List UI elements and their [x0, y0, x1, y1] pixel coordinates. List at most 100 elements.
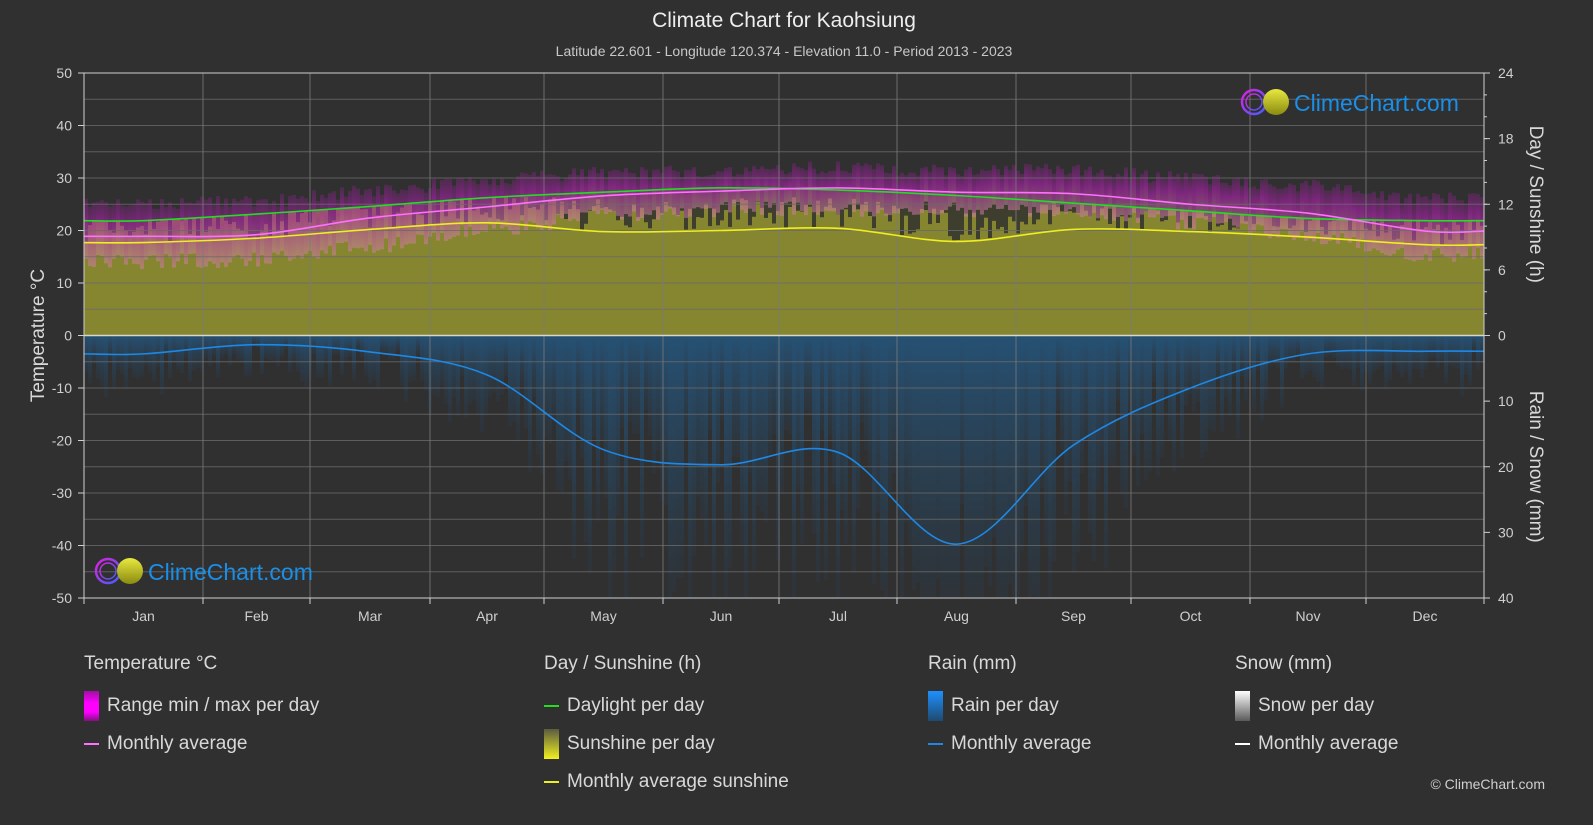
- temp-range-bar: [392, 190, 396, 246]
- sunshine-bar: [912, 232, 916, 336]
- temp-range-bar: [236, 201, 240, 255]
- temp-range-bar: [1108, 175, 1112, 209]
- sunshine-bar: [740, 198, 744, 336]
- month-label: Mar: [358, 608, 382, 624]
- sunshine-bar: [1200, 211, 1204, 336]
- rain-bar: [1412, 335, 1416, 369]
- rain-bar: [504, 335, 508, 377]
- sunshine-bar: [1304, 231, 1308, 336]
- temp-range-bar: [940, 167, 944, 214]
- temp-range-bar: [632, 173, 636, 212]
- temp-range-bar: [1204, 176, 1208, 220]
- temp-range-bar: [1136, 178, 1140, 223]
- sunshine-swatch-icon: [544, 729, 559, 759]
- temp-range-bar: [880, 165, 884, 210]
- sunshine-bar: [832, 207, 836, 336]
- temp-range-bar: [1104, 175, 1108, 220]
- month-label: Feb: [244, 608, 268, 624]
- temp-range-bar: [1408, 193, 1412, 260]
- temp-range-bar: [260, 199, 264, 256]
- sunshine-bar: [816, 200, 820, 336]
- temp-range-bar: [212, 204, 216, 264]
- rain-bar: [248, 335, 252, 376]
- sunshine-bar: [932, 208, 936, 336]
- rain-bar: [988, 335, 992, 587]
- rain-bar: [1396, 335, 1400, 372]
- rain-bar: [852, 335, 856, 573]
- sunshine-bar: [520, 215, 524, 336]
- legend-item-sunshine-avg: Monthly average sunshine: [544, 763, 789, 801]
- climate-chart: 50 40 30 20 10 0 -10 -20 -30 -40 -50 24 18 12 6 0 10 20 30…: [28, 65, 1546, 624]
- temp-range-bar: [532, 171, 536, 223]
- rain-bar: [1476, 335, 1480, 371]
- temp-range-bar: [252, 206, 256, 253]
- right-rain-tick-label: 40: [1498, 590, 1514, 606]
- rain-bar: [360, 335, 364, 358]
- sunshine-bar: [1252, 223, 1256, 336]
- sunshine-bar: [592, 206, 596, 336]
- rain-bar: [652, 335, 656, 474]
- sunshine-bar: [884, 213, 888, 336]
- rain-bar: [1324, 335, 1328, 358]
- rain-bar: [680, 335, 684, 578]
- rain-bar: [1180, 335, 1184, 459]
- sunshine-bar: [856, 209, 860, 336]
- temp-range-bar: [1208, 184, 1212, 222]
- sunshine-bar: [1048, 224, 1052, 336]
- right-rain-tick-label: 20: [1498, 459, 1514, 475]
- temp-range-bar: [344, 196, 348, 242]
- rain-bar: [396, 335, 400, 352]
- sunshine-bar: [804, 204, 808, 336]
- rain-bar: [548, 335, 552, 444]
- rain-bar: [1020, 335, 1024, 551]
- rain-bar: [936, 335, 940, 580]
- legend-rain-title: Rain (mm): [928, 653, 1017, 674]
- rain-bar: [872, 335, 876, 585]
- rain-bar: [480, 335, 484, 433]
- rain-bar: [572, 335, 576, 559]
- sunshine-bar: [568, 208, 572, 336]
- rain-bar: [732, 335, 736, 457]
- rain-bar: [1040, 335, 1044, 488]
- temp-range-bar: [1308, 185, 1312, 240]
- rain-bar: [1480, 335, 1484, 361]
- daylight-line-icon: [544, 705, 559, 707]
- legend-item-daylight: Daylight per day: [544, 687, 789, 725]
- rain-bar: [1152, 335, 1156, 383]
- temp-range-bar: [300, 196, 304, 259]
- rain-bar: [1116, 335, 1120, 401]
- rain-bar: [280, 335, 284, 357]
- sunshine-bar: [704, 203, 708, 336]
- temp-range-bar: [688, 169, 692, 217]
- temp-range-bar: [640, 166, 644, 219]
- temp-range-bar: [320, 194, 324, 251]
- temp-range-bar: [168, 202, 172, 258]
- temp-range-bar: [416, 187, 420, 235]
- sunshine-bar: [848, 217, 852, 336]
- sunshine-bar: [692, 228, 696, 336]
- temp-range-bar: [188, 202, 192, 254]
- rain-bar: [188, 335, 192, 382]
- temp-range-bar: [368, 188, 372, 245]
- temp-range-bar: [816, 173, 820, 215]
- sunshine-bar: [1204, 216, 1208, 336]
- rain-bar: [400, 335, 404, 386]
- sunshine-bar: [608, 209, 612, 336]
- sunshine-bar: [1116, 228, 1120, 336]
- sunshine-bar: [988, 238, 992, 336]
- sunshine-bar: [760, 208, 764, 336]
- sunshine-bar: [1020, 221, 1024, 336]
- rain-bar: [204, 335, 208, 358]
- temp-range-bar: [1012, 164, 1016, 211]
- rain-bar: [692, 335, 696, 557]
- temp-range-bar: [1160, 177, 1164, 218]
- temp-range-bar: [872, 169, 876, 217]
- rain-bar: [1140, 335, 1144, 435]
- rain-bar: [1044, 335, 1048, 548]
- temp-range-bar: [436, 188, 440, 241]
- temp-range-bar: [468, 177, 472, 227]
- rain-bar: [860, 335, 864, 423]
- sunshine-bar: [1160, 221, 1164, 336]
- sunshine-bar: [944, 212, 948, 336]
- logo-ring-inner-icon: [1245, 93, 1263, 111]
